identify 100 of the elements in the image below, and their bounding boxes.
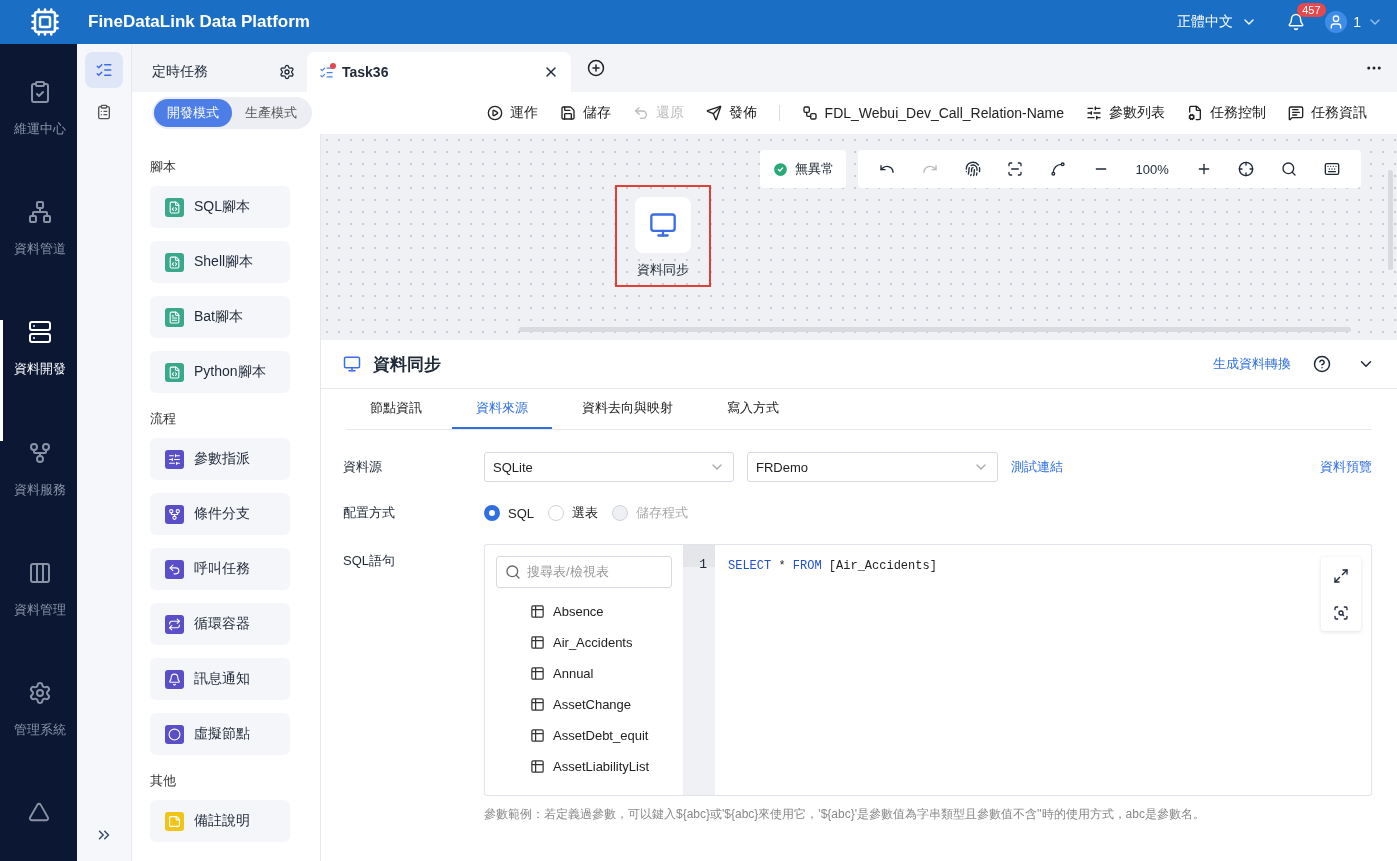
nav-item[interactable]: 維運中心: [0, 80, 77, 201]
detail-tab[interactable]: 資料去向與映射: [558, 389, 697, 429]
component-item[interactable]: Python腳本: [150, 351, 290, 393]
nav-label: 資料開發: [14, 360, 66, 379]
fingerprint-icon[interactable]: [964, 161, 981, 177]
toolbar-button[interactable]: 發佈: [705, 104, 757, 122]
clipboard-icon: [28, 80, 52, 104]
expand-icon[interactable]: [1333, 567, 1349, 584]
table-item[interactable]: AssetDebt_equit: [496, 720, 672, 751]
source-type-select[interactable]: SQLite: [484, 452, 734, 482]
help-icon[interactable]: [1313, 355, 1331, 373]
undo-icon: [632, 105, 649, 121]
detail-tab[interactable]: 資料來源: [452, 389, 552, 429]
preview-link[interactable]: 資料預覽: [1320, 458, 1372, 476]
search-icon[interactable]: [1280, 161, 1297, 177]
user-name[interactable]: 1: [1353, 14, 1361, 30]
task-tab[interactable]: Task36: [307, 52, 571, 92]
nav-item[interactable]: 資料管道: [0, 200, 77, 321]
settings-icon[interactable]: [279, 64, 295, 80]
table-icon: [530, 635, 545, 650]
section-heading: 流程: [150, 410, 177, 428]
canvas-node[interactable]: 資料同步: [615, 185, 711, 287]
monitor-icon: [635, 197, 691, 253]
side-tool-button[interactable]: [85, 52, 123, 88]
search-icon: [505, 564, 521, 580]
server-icon: [28, 320, 52, 345]
database-select[interactable]: FRDemo: [747, 452, 998, 482]
message-icon: [1288, 105, 1304, 121]
scrollbar[interactable]: [1388, 170, 1393, 270]
nav-label: 維運中心: [14, 120, 66, 138]
nav-item[interactable]: 資料管理: [0, 560, 77, 682]
component-item[interactable]: 條件分支: [150, 493, 290, 535]
nav-item[interactable]: 資料服務: [0, 440, 77, 561]
add-tab-icon[interactable]: [587, 59, 605, 77]
mode-toggle[interactable]: 開發模式: [154, 99, 232, 127]
table-icon: [530, 728, 545, 743]
fit-view-icon[interactable]: [1007, 161, 1024, 177]
notification-count: 457: [1297, 3, 1326, 17]
table-icon: [530, 604, 545, 619]
notification-bell-icon[interactable]: [1287, 13, 1306, 31]
radio-option[interactable]: SQL: [484, 505, 534, 521]
nav-item[interactable]: 管理系統: [0, 681, 77, 802]
save-icon: [559, 105, 576, 121]
play-icon: [486, 105, 503, 121]
toolbar-button[interactable]: 任務資訊: [1288, 104, 1367, 122]
checklist-icon: [95, 61, 113, 79]
table-item[interactable]: Air_Accidents: [496, 627, 672, 658]
table-icon: [530, 697, 545, 712]
component-item[interactable]: Shell腳本: [150, 241, 290, 283]
component-item[interactable]: Bat腳本: [150, 296, 290, 338]
nav-label: 資料管道: [14, 240, 66, 259]
columns-icon: [28, 560, 52, 585]
zoom-level: 100%: [1135, 161, 1169, 177]
toolbar-button[interactable]: FDL_Webui_Dev_Call_Relation-Name: [801, 105, 1064, 121]
format-icon[interactable]: [1333, 604, 1349, 621]
component-item[interactable]: SQL腳本: [150, 186, 290, 228]
component-item[interactable]: 循環容器: [150, 603, 290, 645]
mode-toggle[interactable]: 生產模式: [232, 99, 310, 127]
triangle-icon[interactable]: [27, 801, 50, 824]
generate-link[interactable]: 生成資料轉換: [1213, 355, 1291, 373]
component-item[interactable]: 參數指派: [150, 438, 290, 480]
branch-icon: [28, 440, 52, 465]
component-item[interactable]: 訊息通知: [150, 658, 290, 700]
workflow-icon: [801, 105, 818, 121]
component-item[interactable]: 呼叫任務: [150, 548, 290, 590]
detail-tab[interactable]: 寫入方式: [703, 389, 803, 429]
detail-tab[interactable]: 節點資訊: [346, 389, 446, 429]
toolbar-button[interactable]: 運作: [486, 104, 538, 122]
radio-option[interactable]: 選表: [548, 504, 598, 522]
toolbar-button[interactable]: 儲存: [559, 104, 611, 122]
table-item[interactable]: AssetLiabilityList: [496, 751, 672, 782]
locate-icon[interactable]: [1238, 161, 1255, 177]
section-heading: 其他: [150, 772, 177, 790]
scrollbar[interactable]: [519, 327, 1351, 332]
file-gear-icon: [1187, 105, 1203, 121]
table-item[interactable]: AssetChange: [496, 689, 672, 720]
user-avatar[interactable]: [1325, 11, 1348, 33]
component-item[interactable]: 虛擬節點: [150, 713, 290, 755]
field-label: 資料源: [343, 458, 383, 476]
field-label: SQL語句: [343, 552, 396, 570]
component-item[interactable]: 備註說明: [150, 800, 290, 842]
table-item[interactable]: Absence: [496, 596, 672, 627]
table-icon: [530, 666, 545, 681]
sql-code: SELECT * FROM [Air_Accidents]: [728, 559, 937, 573]
logo-icon: [28, 5, 62, 39]
table-icon: [530, 759, 545, 774]
test-connection-link[interactable]: 測試連結: [1011, 458, 1063, 476]
connector-icon[interactable]: [1050, 161, 1067, 177]
table-item[interactable]: Annual: [496, 658, 672, 689]
keyboard-icon[interactable]: [1323, 161, 1340, 177]
send-icon: [705, 105, 722, 121]
settings-icon: [28, 681, 52, 706]
app-title: FineDataLink Data Platform: [88, 12, 311, 32]
task-tab[interactable]: 定時任務: [140, 52, 307, 92]
task-icon: [319, 64, 334, 80]
monitor-icon: [343, 355, 361, 373]
status-indicator: 無異常: [760, 150, 846, 188]
toolbar-button[interactable]: 參數列表: [1086, 104, 1165, 122]
toolbar-button[interactable]: 任務控制: [1187, 104, 1266, 122]
language-selector[interactable]: 正體中文: [1177, 13, 1258, 31]
